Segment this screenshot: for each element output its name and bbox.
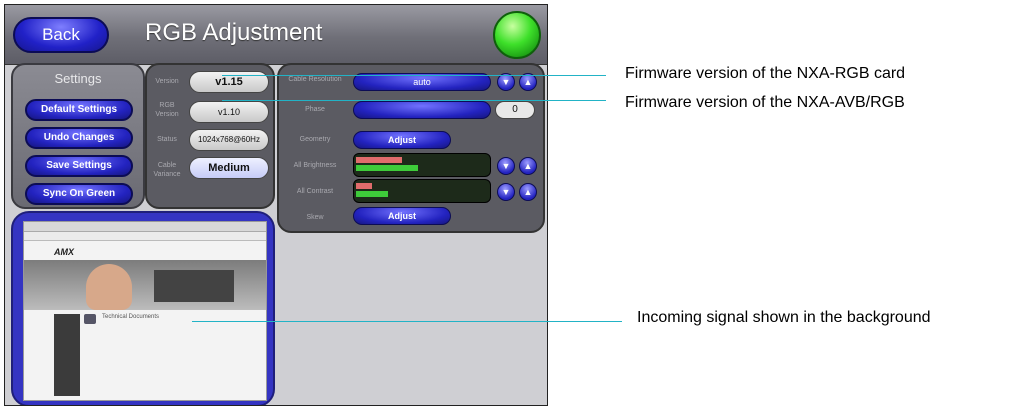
preview-heading: Technical Documents	[102, 314, 160, 320]
skew-label: Skew	[306, 214, 324, 221]
save-settings-button[interactable]: Save Settings	[25, 155, 133, 177]
undo-changes-button[interactable]: Undo Changes	[25, 127, 133, 149]
rgb-version-label: RGB Version	[155, 102, 179, 118]
browser-screenshot: AMX Technical Documents	[23, 221, 267, 401]
status-label: Status	[157, 136, 177, 143]
info-card: Version v1.15 RGB Version v1.10 Status 1…	[145, 63, 275, 209]
callout-avb-rgb: Firmware version of the NXA-AVB/RGB	[625, 94, 905, 111]
cable-variance-label: Cable Variance	[153, 162, 181, 178]
phase-value: 0	[495, 101, 535, 119]
geometry-adjust-button[interactable]: Adjust	[353, 131, 451, 149]
geometry-label: Geometry	[299, 136, 331, 143]
callout-line-1	[222, 75, 606, 76]
callout-line-3	[192, 321, 622, 322]
sync-on-green-button[interactable]: Sync On Green	[25, 183, 133, 205]
phase-slider[interactable]	[353, 101, 491, 119]
cable-variance-value[interactable]: Medium	[189, 157, 269, 179]
brightness-up-icon[interactable]: ▲	[519, 157, 537, 175]
version-label: Version	[155, 78, 179, 85]
settings-heading: Settings	[54, 71, 102, 86]
callout-rgb-card: Firmware version of the NXA-RGB card	[625, 65, 906, 82]
title-bar: Back RGB Adjustment	[5, 5, 547, 65]
contrast-meter[interactable]	[353, 179, 491, 203]
amx-logo: AMX	[54, 247, 74, 257]
touch-panel: Back RGB Adjustment Settings Default Set…	[4, 4, 548, 406]
brightness-down-icon[interactable]: ▼	[497, 157, 515, 175]
status-value: 1024x768@60Hz	[189, 129, 269, 151]
signal-preview: AMX Technical Documents	[11, 211, 275, 405]
figure: Back RGB Adjustment Settings Default Set…	[0, 0, 1031, 408]
callout-line-2	[222, 100, 606, 101]
contrast-label: All Contrast	[296, 188, 334, 195]
brightness-meter[interactable]	[353, 153, 491, 177]
contrast-up-icon[interactable]: ▲	[519, 183, 537, 201]
default-settings-button[interactable]: Default Settings	[25, 99, 133, 121]
resolution-label: Cable Resolution	[288, 76, 342, 83]
contrast-down-icon[interactable]: ▼	[497, 183, 515, 201]
page-title: RGB Adjustment	[145, 19, 323, 46]
back-button[interactable]: Back	[13, 17, 109, 53]
skew-adjust-button[interactable]: Adjust	[353, 207, 451, 225]
settings-card: Settings Default Settings Undo Changes S…	[11, 63, 145, 209]
callout-incoming-signal: Incoming signal shown in the background	[637, 309, 931, 326]
brightness-label: All Brightness	[293, 162, 337, 169]
adjustment-card: Cable Resolution auto ▼ ▲ Phase 0 Geomet…	[277, 63, 545, 233]
status-led-icon	[493, 11, 541, 59]
document-icon	[84, 314, 96, 324]
rgb-version-value: v1.10	[189, 101, 269, 123]
phase-label: Phase	[305, 106, 325, 113]
